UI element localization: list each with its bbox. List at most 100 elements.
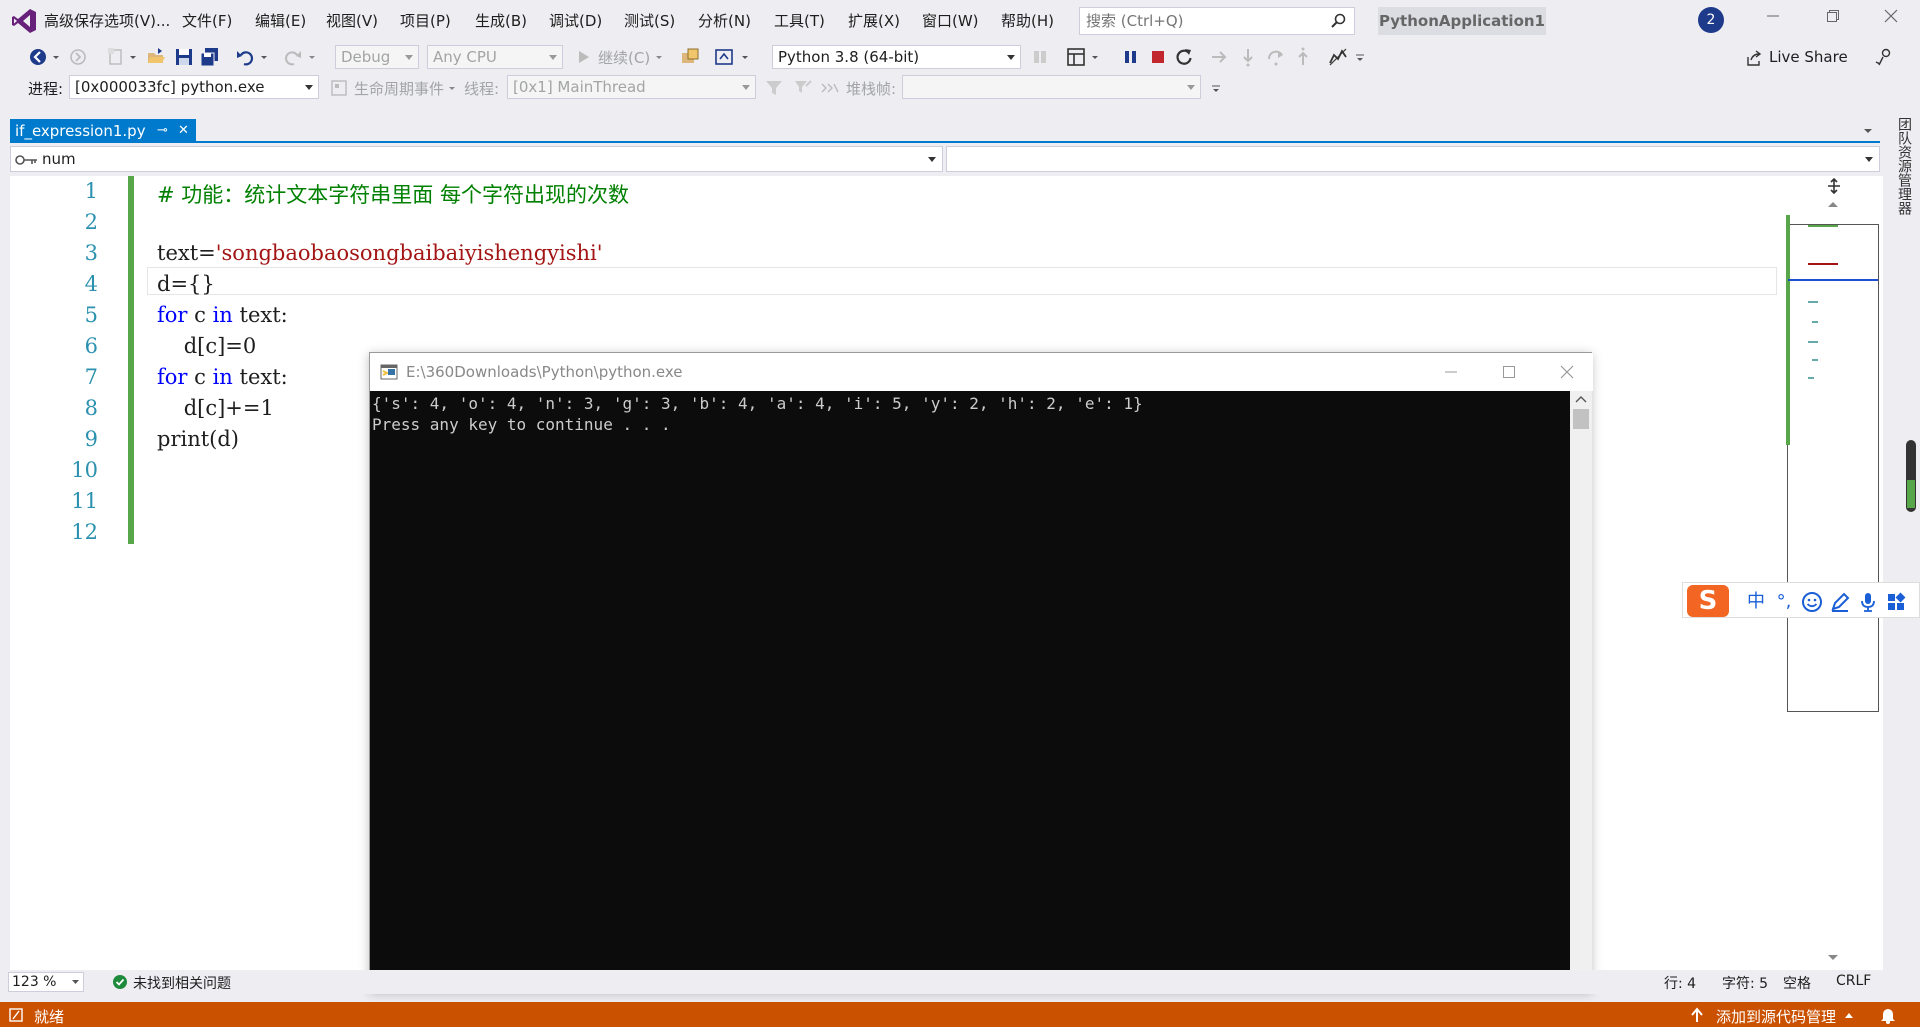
menu-window[interactable]: 窗口(W)	[922, 10, 979, 31]
lifecycle-events-button[interactable]: 生命周期事件	[354, 78, 444, 99]
notification-badge[interactable]: 2	[1698, 7, 1724, 33]
ime-language-toggle[interactable]: 中	[1745, 591, 1767, 613]
toolbar-overflow-icon[interactable]	[1355, 47, 1365, 67]
undo-icon[interactable]	[236, 47, 256, 67]
continue-play-icon[interactable]	[574, 47, 594, 67]
filter-icon[interactable]	[764, 78, 784, 98]
stack-frame-dropdown[interactable]	[902, 75, 1201, 99]
sogou-logo-icon[interactable]: S	[1687, 585, 1729, 617]
search-input[interactable]	[1080, 8, 1320, 34]
spacing-indicator[interactable]: 空格	[1783, 973, 1811, 993]
console-title-bar[interactable]: E:\360Downloads\Python\python.exe	[370, 353, 1593, 391]
new-dropdown-icon[interactable]	[128, 47, 138, 67]
save-icon[interactable]	[174, 47, 194, 67]
step-out-icon[interactable]	[1293, 47, 1313, 67]
pause-icon[interactable]	[1121, 47, 1141, 67]
notifications-bell-icon[interactable]	[1880, 1006, 1896, 1024]
navigate-forward-icon[interactable]	[68, 47, 88, 67]
menu-tools[interactable]: 工具(T)	[774, 10, 825, 31]
python-packages-icon[interactable]	[1030, 47, 1050, 67]
show-next-statement-icon[interactable]	[1210, 47, 1230, 67]
team-explorer-side-tab[interactable]: 团队资源管理器	[1887, 117, 1920, 277]
scroll-down-icon[interactable]	[1827, 954, 1839, 962]
visual-studio-logo-icon[interactable]	[10, 7, 38, 35]
console-output[interactable]: {'s': 4, 'o': 4, 'n': 3, 'g': 3, 'b': 4,…	[370, 391, 1570, 991]
solution-platform-dropdown[interactable]: Any CPU	[427, 45, 563, 69]
step-into-icon[interactable]	[1238, 47, 1258, 67]
tab-if-expression1[interactable]: if_expression1.py ⊸ ✕	[10, 119, 196, 143]
column-indicator[interactable]: 字符: 5	[1722, 973, 1768, 993]
diagnostic-tools-icon[interactable]	[1328, 47, 1348, 67]
line-ending-indicator[interactable]: CRLF	[1836, 973, 1871, 989]
console-minimize-button[interactable]	[1438, 361, 1464, 383]
feedback-icon[interactable]	[1874, 47, 1894, 67]
undo-dropdown-icon[interactable]	[259, 47, 269, 67]
console-maximize-button[interactable]	[1496, 361, 1522, 383]
emoji-icon[interactable]	[1801, 591, 1823, 613]
minimap-viewport[interactable]	[1786, 215, 1879, 712]
menu-analyze[interactable]: 分析(N)	[698, 10, 751, 31]
close-tab-icon[interactable]: ✕	[178, 119, 189, 143]
flag-thread-icon[interactable]	[792, 78, 812, 98]
back-dropdown-icon[interactable]	[51, 47, 61, 67]
layout-dropdown-icon[interactable]	[1090, 47, 1100, 67]
menu-extensions[interactable]: 扩展(X)	[848, 10, 900, 31]
menu-file[interactable]: 文件(F)	[182, 10, 232, 31]
step-over-icon[interactable]	[1266, 47, 1286, 67]
expand-callstack-icon[interactable]	[820, 78, 840, 98]
menu-help[interactable]: 帮助(H)	[1001, 10, 1054, 31]
menu-build[interactable]: 生成(B)	[475, 10, 527, 31]
issues-status[interactable]: 未找到相关问题	[133, 973, 231, 993]
restore-button[interactable]	[1818, 8, 1848, 34]
quick-launch-search[interactable]	[1079, 7, 1355, 35]
minimize-button[interactable]	[1758, 8, 1788, 34]
attach-process-icon[interactable]	[680, 47, 700, 67]
menu-edit[interactable]: 编辑(E)	[255, 10, 306, 31]
scroll-up-icon[interactable]	[1575, 395, 1587, 403]
console-scrollbar[interactable]	[1570, 391, 1592, 991]
menu-advanced-save[interactable]: 高级保存选项(V)...	[44, 10, 170, 31]
stop-icon[interactable]	[1148, 47, 1168, 67]
output-window-icon[interactable]	[8, 1007, 24, 1023]
toolbar2-overflow-icon[interactable]	[1211, 78, 1221, 98]
menu-view[interactable]: 视图(V)	[326, 10, 378, 31]
menu-debug[interactable]: 调试(D)	[549, 10, 602, 31]
member-dropdown[interactable]: num	[10, 146, 943, 172]
scroll-up-icon[interactable]	[1827, 200, 1839, 208]
console-window[interactable]: E:\360Downloads\Python\python.exe {'s': …	[369, 352, 1593, 991]
microphone-icon[interactable]	[1857, 591, 1879, 613]
add-to-source-control-button[interactable]: 添加到源代码管理	[1716, 1006, 1836, 1027]
open-file-icon[interactable]	[146, 47, 166, 67]
lifecycle-dropdown-icon[interactable]	[447, 78, 457, 98]
navigate-back-icon[interactable]	[28, 47, 48, 67]
save-all-icon[interactable]	[200, 47, 220, 67]
layout-window-icon[interactable]	[1066, 47, 1086, 67]
line-indicator[interactable]: 行: 4	[1664, 973, 1696, 993]
continue-button[interactable]: 继续(C)	[598, 47, 650, 68]
console-scroll-thumb[interactable]	[1573, 409, 1589, 429]
vertical-scrollbar-map[interactable]	[1785, 176, 1883, 970]
pin-tab-icon[interactable]: ⊸	[157, 119, 168, 143]
lifecycle-events-icon[interactable]	[329, 78, 349, 98]
handwriting-pen-icon[interactable]	[1829, 591, 1851, 613]
console-close-button[interactable]	[1554, 361, 1580, 383]
browser-dropdown-icon[interactable]	[740, 47, 750, 67]
thread-dropdown[interactable]: [0x1] MainThread	[507, 75, 756, 99]
no-issues-check-icon[interactable]	[112, 974, 128, 990]
tab-list-dropdown-icon[interactable]	[1862, 126, 1874, 136]
scope-dropdown[interactable]	[946, 146, 1880, 172]
solution-configuration-dropdown[interactable]: Debug	[335, 45, 419, 69]
browser-link-icon[interactable]	[714, 47, 734, 67]
ime-toolbar[interactable]: S 中 °,	[1682, 582, 1920, 618]
ime-punctuation-toggle[interactable]: °,	[1773, 591, 1795, 613]
close-window-button[interactable]	[1876, 8, 1906, 34]
python-environment-dropdown[interactable]: Python 3.8 (64-bit)	[772, 45, 1021, 69]
zoom-dropdown[interactable]: 123 %	[8, 972, 84, 992]
ime-toolbox-grid-icon[interactable]	[1885, 591, 1907, 613]
menu-project[interactable]: 项目(P)	[400, 10, 451, 31]
restart-icon[interactable]	[1174, 47, 1194, 67]
menu-test[interactable]: 测试(S)	[624, 10, 675, 31]
split-editor-icon[interactable]	[1827, 178, 1841, 194]
process-dropdown[interactable]: [0x000033fc] python.exe	[69, 75, 319, 99]
source-control-up-arrow-icon[interactable]	[1844, 1011, 1854, 1019]
